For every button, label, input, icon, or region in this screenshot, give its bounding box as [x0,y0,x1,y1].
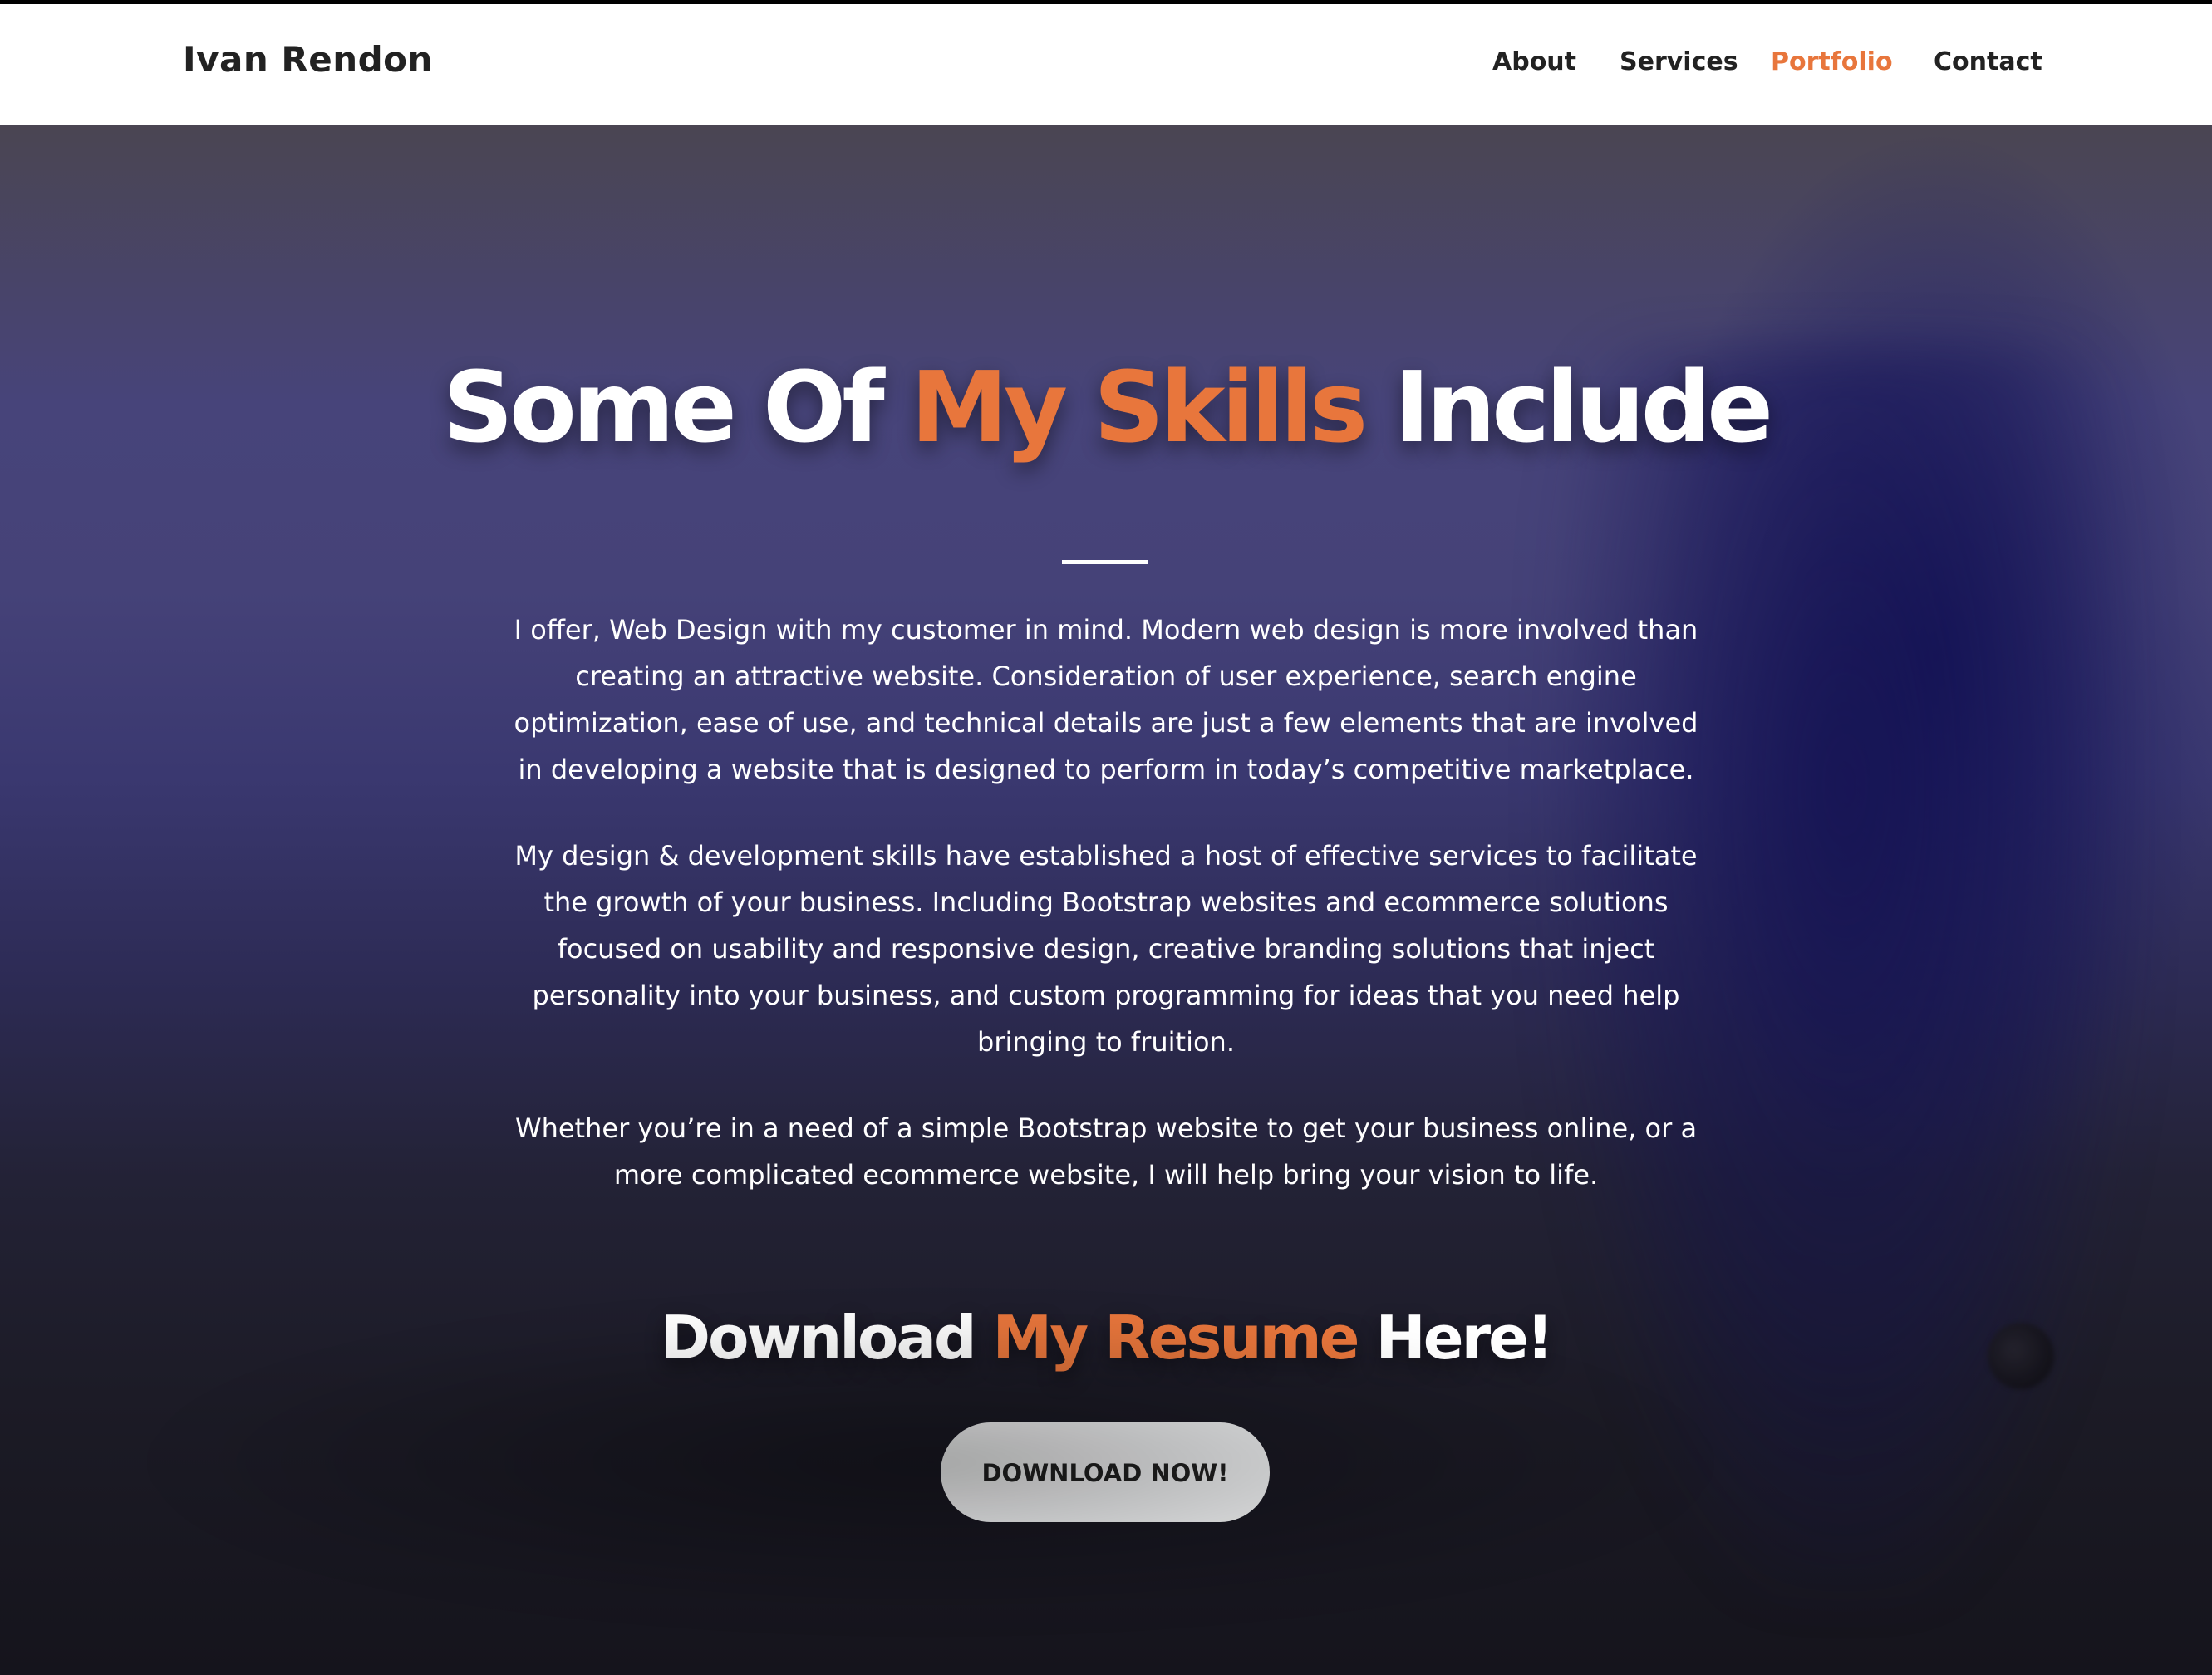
resume-heading-part1: Download [661,1303,993,1373]
skills-heading: Some Of My Skills Include [0,349,2212,465]
resume-heading-part2: Here! [1357,1303,1554,1373]
skills-section: Some Of My Skills Include I offer, Web D… [0,125,2212,1675]
heading-divider [1062,560,1148,564]
skills-paragraph-1: I offer, Web Design with my customer in … [514,614,1698,785]
skills-heading-part2: Include [1364,350,1773,464]
nav-link-about[interactable]: About [1492,47,1576,76]
nav-link-portfolio[interactable]: Portfolio [1771,47,1893,76]
navbar: Ivan Rendon About Services Portfolio Con… [0,4,2212,125]
skills-heading-part1: Some Of [442,350,911,464]
skills-heading-accent: My Skills [910,350,1368,464]
nav-link-services[interactable]: Services [1620,47,1738,76]
download-resume-button[interactable]: DOWNLOAD NOW! [941,1422,1270,1522]
resume-heading-accent: My Resume [992,1303,1360,1373]
resume-heading: Download My Resume Here! [0,1300,2212,1375]
skills-paragraph-3: Whether you’re in a need of a simple Boo… [514,1113,1698,1191]
brand-link[interactable]: Ivan Rendon [183,39,433,80]
nav-link-contact[interactable]: Contact [1934,47,2042,76]
skills-paragraph-2: My design & development skills have esta… [514,840,1698,1058]
